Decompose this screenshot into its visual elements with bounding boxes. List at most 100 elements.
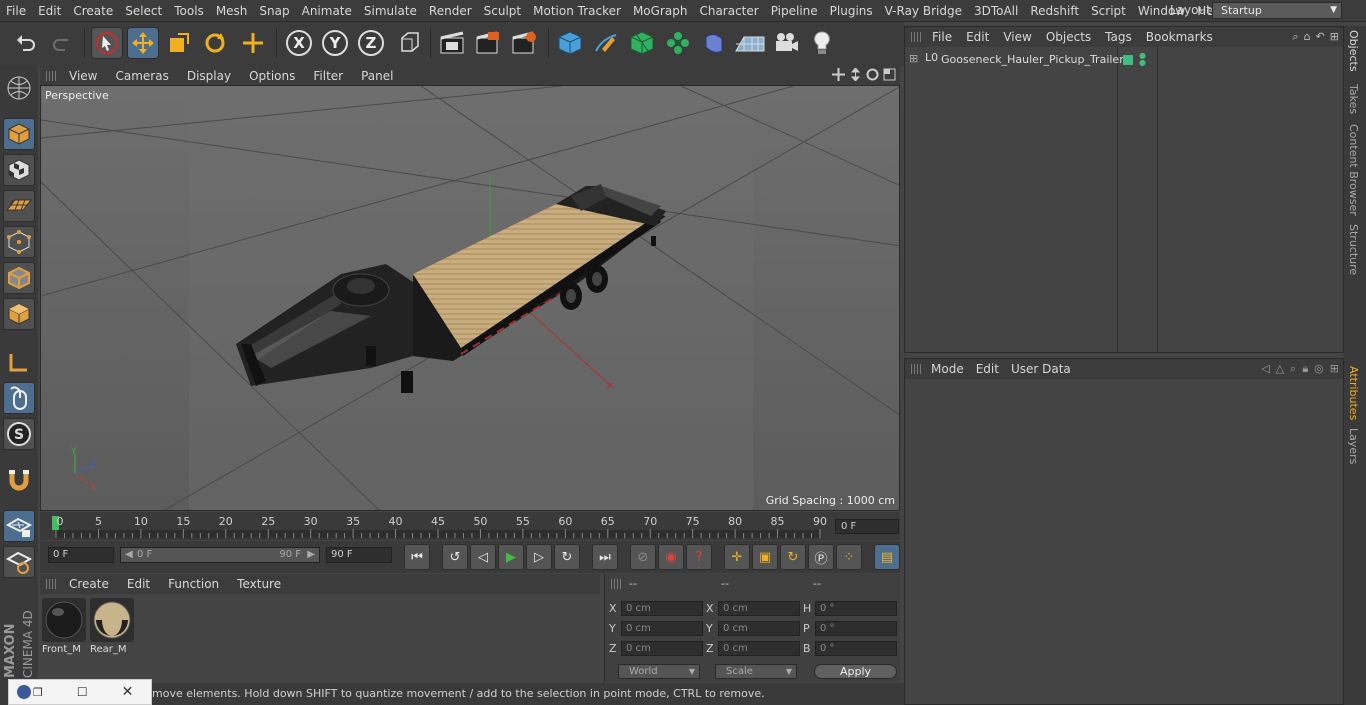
rotate-view-icon[interactable]: [866, 68, 879, 81]
z-axis-icon[interactable]: Z: [355, 27, 387, 59]
dolly-view-icon[interactable]: [849, 68, 862, 81]
y-axis-icon[interactable]: Y: [319, 27, 351, 59]
light-icon[interactable]: [806, 27, 838, 59]
expand-icon[interactable]: ⊞: [909, 52, 918, 65]
object-menu-view[interactable]: View: [996, 30, 1038, 44]
tab-takes[interactable]: Takes: [1347, 84, 1360, 114]
object-menu-objects[interactable]: Objects: [1039, 30, 1098, 44]
menu-file[interactable]: File: [0, 4, 32, 18]
timeline-ruler[interactable]: 0 5 10 15 20 25 30 35 40 45 50 55 60 65 70 75 80 85 90 0 F: [40, 512, 900, 540]
go-to-start-icon[interactable]: ⏮: [404, 544, 430, 570]
panel-grip-icon[interactable]: [911, 32, 921, 42]
pos-z-field[interactable]: 0 cm: [621, 641, 703, 656]
workplane-icon[interactable]: [3, 190, 35, 222]
frame-range-slider[interactable]: ◀ 0 F 90 F ▶: [120, 547, 320, 563]
points-mode-icon[interactable]: [3, 226, 35, 258]
up-arrow-icon[interactable]: △: [1276, 362, 1284, 376]
current-frame-field[interactable]: 0 F: [835, 519, 899, 534]
subdivision-surface-icon[interactable]: [626, 27, 658, 59]
object-menu-edit[interactable]: Edit: [959, 30, 996, 44]
last-tool-icon[interactable]: [237, 27, 269, 59]
pen-icon[interactable]: [590, 27, 622, 59]
layer-color-swatch[interactable]: [1123, 55, 1133, 65]
search-icon[interactable]: ⌕: [1290, 362, 1296, 376]
render-view-icon[interactable]: [436, 27, 468, 59]
deformer-icon[interactable]: [698, 27, 730, 59]
viewport-menu-display[interactable]: Display: [178, 69, 240, 83]
record-position-icon[interactable]: ✛: [724, 544, 750, 570]
size-y-field[interactable]: 0 cm: [718, 621, 800, 636]
viewport-menu-view[interactable]: View: [60, 69, 106, 83]
tab-objects[interactable]: Objects: [1347, 30, 1360, 72]
record-point-level-icon[interactable]: ⁘: [836, 544, 862, 570]
menu-create[interactable]: Create: [67, 4, 119, 18]
tab-attributes[interactable]: Attributes: [1347, 366, 1360, 420]
search-icon[interactable]: ⌕: [1292, 30, 1298, 44]
x-axis-icon[interactable]: X: [283, 27, 315, 59]
menu-plugins[interactable]: Plugins: [824, 4, 879, 18]
object-menu-tags[interactable]: Tags: [1098, 30, 1139, 44]
material-menu-edit[interactable]: Edit: [118, 577, 159, 591]
menu-select[interactable]: Select: [119, 4, 168, 18]
menu-redshift[interactable]: Redshift: [1024, 4, 1085, 18]
material-menu-function[interactable]: Function: [159, 577, 228, 591]
tab-content-browser[interactable]: Content Browser: [1347, 124, 1360, 216]
material-item[interactable]: Front_M: [42, 598, 86, 658]
menu-3dtoall[interactable]: 3DToAll: [968, 4, 1024, 18]
menu-edit[interactable]: Edit: [32, 4, 67, 18]
scale-icon[interactable]: [163, 27, 195, 59]
model-mode-icon[interactable]: [3, 118, 35, 150]
previous-frame-icon[interactable]: ◁: [470, 544, 496, 570]
back-arrow-icon[interactable]: ◁: [1261, 362, 1269, 376]
viewport-solo-icon[interactable]: [3, 546, 35, 578]
live-selection-icon[interactable]: [91, 27, 123, 59]
pan-view-icon[interactable]: [832, 68, 845, 81]
apply-button[interactable]: Apply: [814, 664, 897, 679]
panel-grip-icon[interactable]: [46, 70, 56, 81]
home-icon[interactable]: ⌂: [1304, 30, 1311, 44]
polygons-mode-icon[interactable]: [3, 298, 35, 330]
menu-render[interactable]: Render: [423, 4, 478, 18]
go-to-end-icon[interactable]: ⏭: [592, 544, 618, 570]
material-menu-texture[interactable]: Texture: [228, 577, 290, 591]
enable-axis-icon[interactable]: [3, 510, 35, 542]
coordinate-system-icon[interactable]: [393, 27, 425, 59]
attribute-menu-user-data[interactable]: User Data: [1005, 362, 1077, 376]
menu-pipeline[interactable]: Pipeline: [765, 4, 824, 18]
cloner-icon[interactable]: [662, 27, 694, 59]
transform-mode-select[interactable]: Scale ▼: [715, 664, 797, 679]
next-keyframe-icon[interactable]: ↻: [554, 544, 580, 570]
maximize-icon[interactable]: ☐: [77, 685, 88, 699]
target-icon[interactable]: ◎: [1314, 362, 1324, 376]
undo-icon[interactable]: [10, 27, 42, 59]
close-icon[interactable]: ✕: [122, 684, 134, 700]
tab-layers[interactable]: Layers: [1347, 428, 1360, 464]
start-frame-field[interactable]: 0 F: [48, 547, 114, 563]
tab-structure[interactable]: Structure: [1347, 224, 1360, 275]
coordinate-mode-select[interactable]: World ▼: [618, 664, 700, 679]
layout-select[interactable]: Startup ▼: [1212, 2, 1342, 19]
perspective-viewport[interactable]: Y Z X Perspective Grid Spacing : 1000 cm: [40, 85, 900, 511]
render-picture-viewer-icon[interactable]: [472, 27, 504, 59]
keyframe-selection-icon[interactable]: ?: [686, 544, 712, 570]
viewport-menu-options[interactable]: Options: [240, 69, 304, 83]
size-z-field[interactable]: 0 cm: [718, 641, 800, 656]
axis-mode-icon[interactable]: [3, 346, 35, 378]
previous-keyframe-icon[interactable]: ↺: [442, 544, 468, 570]
viewport-menu-panel[interactable]: Panel: [352, 69, 402, 83]
lock-icon[interactable]: 🔒︎: [1302, 362, 1308, 376]
visibility-dots-icon[interactable]: ● ●: [1139, 52, 1146, 67]
menu-character[interactable]: Character: [693, 4, 764, 18]
record-rotation-icon[interactable]: ↻: [780, 544, 806, 570]
add-panel-icon[interactable]: ⊞: [1330, 30, 1339, 44]
rot-h-field[interactable]: 0 °: [815, 601, 897, 616]
material-item[interactable]: Rear_M: [90, 598, 134, 658]
attribute-menu-edit[interactable]: Edit: [970, 362, 1005, 376]
attribute-menu-mode[interactable]: Mode: [925, 362, 970, 376]
record-parameter-icon[interactable]: Ⓟ: [808, 544, 834, 570]
floor-icon[interactable]: [734, 27, 766, 59]
move-icon[interactable]: [127, 27, 159, 59]
maximize-view-icon[interactable]: [883, 68, 896, 81]
texture-mode-icon[interactable]: [3, 154, 35, 186]
object-menu-bookmarks[interactable]: Bookmarks: [1139, 30, 1220, 44]
